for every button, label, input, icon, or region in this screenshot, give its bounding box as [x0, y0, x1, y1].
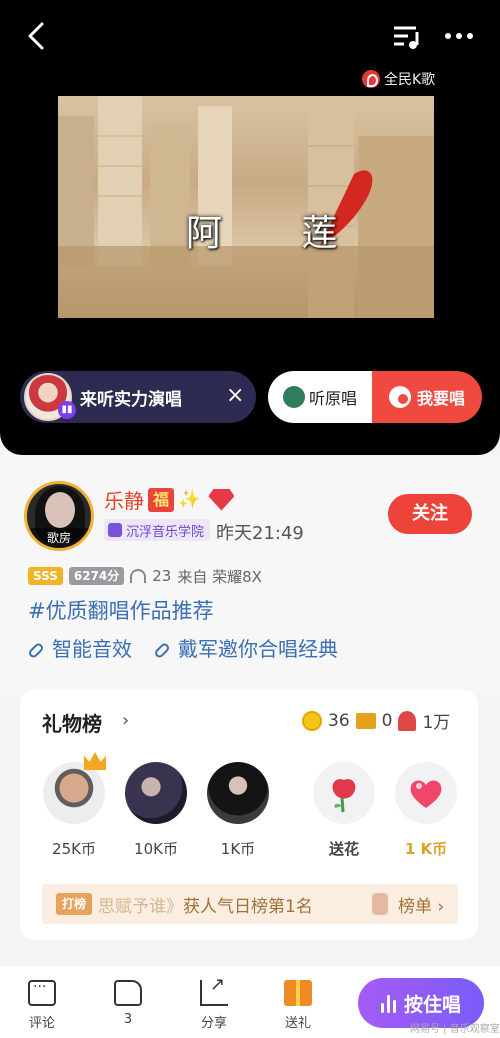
back-icon[interactable] [22, 18, 54, 54]
smart-effect-label: 智能音效 [52, 637, 132, 661]
donor-amount: 1K币 [220, 840, 256, 858]
listen-pill[interactable]: ▮▮ 来听实力演唱 × [20, 371, 256, 423]
share-icon [200, 974, 228, 1006]
hold-to-sing-label: 按住唱 [403, 993, 461, 1016]
rank-figure-icon [372, 893, 388, 915]
microphone-icon [388, 386, 411, 408]
device-info: 来自 荣耀8X [177, 567, 262, 586]
kge-logo-icon [362, 70, 380, 88]
rank-banner-text: 思赋予谁》获人气日榜第1名 [98, 892, 366, 917]
coin-count: 36 [328, 710, 350, 731]
chevron-right-icon[interactable]: › [122, 710, 129, 731]
more-icon[interactable] [440, 22, 478, 50]
gift-box-icon [355, 712, 376, 729]
fu-badge: 福 [148, 487, 174, 512]
gift-stats: 36 0 1万 [302, 708, 450, 733]
listen-original-label: 听原唱 [308, 389, 357, 408]
thumbs-up-icon [114, 980, 142, 1006]
school-icon [108, 523, 122, 537]
gift-board-title[interactable]: 礼物榜 [42, 708, 102, 737]
donor-item[interactable]: 10K币 [116, 762, 196, 859]
author-name-row[interactable]: 乐静 福 ✨ [104, 485, 235, 514]
duet-link[interactable]: 戴军邀你合唱经典 [153, 633, 338, 662]
share-button[interactable]: 分享 [184, 974, 244, 1031]
playlist-icon[interactable] [390, 22, 424, 52]
meta-row: SSS 6274分 23 来自 荣耀8X [28, 566, 262, 586]
rank-tag: SSS [28, 567, 63, 585]
duet-label: 戴军邀你合唱经典 [178, 637, 338, 661]
score-badge: 6274分 [68, 567, 125, 585]
follow-button[interactable]: 关注 [388, 494, 472, 534]
author-section: 歌房 乐静 福 ✨ 沉浮音乐学院 昨天21:49 关注 SSS 6274分 23… [0, 455, 500, 695]
rank-achievement: 获人气日榜第1名 [183, 896, 313, 917]
comment-icon [28, 979, 56, 1006]
crown-icon [84, 752, 106, 770]
sing-label: 我要唱 [416, 389, 465, 408]
rank-banner[interactable]: 打榜 思赋予谁》获人气日榜第1名 榜单 › [42, 884, 458, 924]
like-count: 3 [123, 1012, 133, 1027]
author-avatar[interactable]: 歌房 [24, 481, 94, 551]
comment-label: 评论 [28, 1016, 55, 1031]
original-song-icon [282, 386, 305, 408]
share-label: 分享 [200, 1016, 227, 1031]
avatar-face [45, 492, 75, 528]
listen-text: 来听实力演唱 [80, 390, 182, 410]
rank-banner-tag: 打榜 [56, 893, 92, 915]
listen-original-button[interactable]: 听原唱 [268, 371, 372, 423]
headphone-icon [130, 569, 147, 583]
school-badge[interactable]: 沉浮音乐学院 [104, 519, 211, 541]
brand-watermark: 全民K歌 [362, 68, 435, 90]
avatar-room-tag: 歌房 [27, 528, 91, 548]
audio-badge-icon: ▮▮ [58, 401, 76, 419]
play-count: 23 [152, 567, 172, 585]
heart-gift-icon [395, 762, 457, 824]
link-icon [27, 641, 45, 660]
link-row: 智能音效 戴军邀你合唱经典 [27, 633, 338, 662]
close-icon[interactable]: × [226, 383, 244, 408]
rank-list-link[interactable]: 榜单 › [398, 892, 444, 917]
hashtag-link[interactable]: #优质翻唱作品推荐 [28, 595, 214, 625]
flower-count: 1万 [422, 713, 451, 733]
audio-bars-icon [380, 993, 396, 1013]
rank-song-title: 思赋予谁》 [98, 896, 183, 917]
send-flower-item[interactable]: 送花 [304, 762, 384, 859]
diamond-icon [208, 488, 235, 511]
send-flower-label: 送花 [328, 840, 359, 858]
comment-button[interactable]: 评论 [12, 979, 72, 1031]
box-count: 0 [381, 710, 393, 731]
rose-gift-icon [313, 762, 375, 824]
brand-name: 全民K歌 [384, 72, 436, 88]
like-button[interactable]: 3 [98, 980, 158, 1027]
donor-avatar [207, 762, 269, 824]
source-watermark: 网易号 | 音乐观察室 [410, 1024, 500, 1035]
donor-list: 25K币 10K币 1K币 送花 1 K币 [20, 752, 478, 872]
send-gift-button[interactable]: 送礼 [268, 980, 328, 1031]
sing-actions: 听原唱 我要唱 [268, 371, 482, 423]
donor-avatar [43, 762, 105, 824]
coin-icon [302, 710, 322, 731]
gift-icon [284, 980, 312, 1006]
author-name: 乐静 [104, 489, 144, 513]
flower-icon [398, 710, 417, 731]
donor-avatar [125, 762, 187, 824]
school-name: 沉浮音乐学院 [126, 524, 205, 540]
smart-effect-link[interactable]: 智能音效 [27, 633, 132, 662]
heart-gift-price: 1 K币 [404, 840, 448, 858]
donor-amount: 25K币 [52, 840, 96, 858]
donor-amount: 10K币 [134, 840, 178, 858]
link-icon [153, 641, 171, 660]
rose-svg [332, 779, 356, 813]
donor-item[interactable]: 1K币 [198, 762, 278, 859]
video-frame[interactable]: 阿 莲 [58, 96, 434, 318]
heart-svg [410, 780, 442, 808]
gift-board: 礼物榜 › 36 0 1万 25K币 10K币 1K币 送花 1 K币 打榜 思… [20, 690, 478, 940]
donor-item[interactable]: 25K币 [34, 752, 114, 859]
send-gift-label: 送礼 [284, 1016, 311, 1031]
heart-gift-item[interactable]: 1 K币 [386, 762, 466, 859]
sparkle-icon: ✨ [178, 489, 201, 510]
player-area: 全民K歌 阿 莲 ▮▮ 来听实力演唱 × 听原唱 我要唱 [0, 0, 500, 455]
sing-button[interactable]: 我要唱 [372, 371, 482, 423]
post-time: 昨天21:49 [216, 523, 304, 544]
video-title: 阿 莲 [186, 213, 372, 254]
